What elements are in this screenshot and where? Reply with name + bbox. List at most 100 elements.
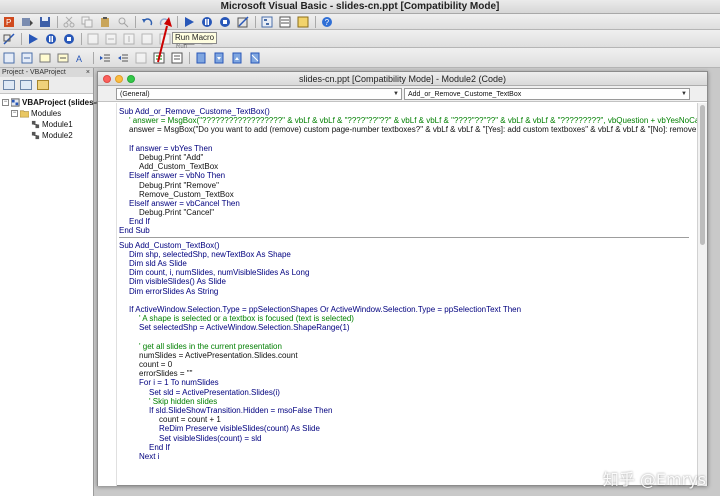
code-line[interactable]: End Sub	[119, 226, 698, 235]
code-line[interactable]: answer = MsgBox("Do you want to add (rem…	[119, 125, 698, 134]
code-line[interactable]: Dim errorSlides As String	[119, 287, 698, 296]
code-line[interactable]: Set sld = ActivePresentation.Slides(i)	[119, 388, 698, 397]
next-bookmark-icon[interactable]	[212, 51, 226, 65]
list-constants-icon[interactable]	[20, 51, 34, 65]
view-code-icon[interactable]	[3, 80, 15, 90]
code-line[interactable]: Debug.Print "Remove"	[119, 181, 698, 190]
code-text[interactable]: Sub Add_or_Remove_Custome_TextBox() ' ans…	[119, 103, 698, 461]
save-icon[interactable]	[38, 15, 52, 29]
code-line[interactable]: ElseIf answer = vbCancel Then	[119, 199, 698, 208]
undo-icon[interactable]	[140, 15, 154, 29]
help-icon[interactable]: ?	[320, 15, 334, 29]
step-over-icon[interactable]	[122, 32, 136, 46]
code-line[interactable]: errorSlides = ""	[119, 369, 698, 378]
code-line[interactable]	[119, 135, 698, 144]
code-line[interactable]: End If	[119, 443, 698, 452]
collapse-icon[interactable]: −	[2, 99, 9, 106]
step-into-icon[interactable]	[104, 32, 118, 46]
outdent-icon[interactable]	[116, 51, 130, 65]
toggle-folders-icon[interactable]	[37, 80, 49, 90]
toolbar-separator	[57, 15, 58, 28]
uncomment-block-icon[interactable]	[170, 51, 184, 65]
list-properties-icon[interactable]	[2, 51, 16, 65]
code-line[interactable]	[119, 296, 698, 305]
code-line[interactable]: Sub Add_or_Remove_Custome_TextBox()	[119, 107, 698, 116]
tree-item-vbaproject[interactable]: − VBAProject (slides-cn.ppt)	[2, 97, 123, 108]
code-editor[interactable]: Sub Add_or_Remove_Custome_TextBox() ' ans…	[98, 103, 698, 486]
code-line[interactable]: If sld.SlideShowTransition.Hidden = msoF…	[119, 406, 698, 415]
project-explorer-icon[interactable]	[260, 15, 274, 29]
code-line[interactable]: ReDim Preserve visibleSlides(count) As S…	[119, 424, 698, 433]
properties-window-icon[interactable]	[278, 15, 292, 29]
toggle-breakpoint-icon[interactable]	[86, 32, 100, 46]
code-line[interactable]: count = count + 1	[119, 415, 698, 424]
code-line[interactable]: Add_Custom_TextBox	[119, 162, 698, 171]
tree-item-module1[interactable]: Module1	[2, 119, 91, 130]
code-line[interactable]: Dim count, i, numSlides, numVisibleSlide…	[119, 268, 698, 277]
project-tree: − VBAProject (slides-cn.ppt) − Modules M…	[0, 94, 123, 144]
toggle-bookmark-icon[interactable]	[194, 51, 208, 65]
code-line[interactable]	[119, 333, 698, 342]
collapse-icon[interactable]: −	[11, 110, 18, 117]
code-line[interactable]: Debug.Print "Cancel"	[119, 208, 698, 217]
step-out-icon[interactable]	[140, 32, 154, 46]
tree-item-modules[interactable]: − Modules	[2, 108, 91, 119]
cut-icon[interactable]	[62, 15, 76, 29]
tree-item-module2[interactable]: Module2	[2, 130, 91, 141]
insert-module-icon[interactable]	[20, 15, 34, 29]
stop-icon[interactable]	[62, 32, 76, 46]
run-macro-icon[interactable]	[182, 15, 196, 29]
object-dropdown[interactable]: (General) ▼	[116, 88, 402, 100]
scrollbar-thumb[interactable]	[700, 105, 705, 245]
design-mode-icon[interactable]	[2, 32, 16, 46]
minimize-window-icon[interactable]	[115, 75, 123, 83]
indent-icon[interactable]	[98, 51, 112, 65]
break-icon[interactable]	[200, 15, 214, 29]
code-line[interactable]: If ActiveWindow.Selection.Type = ppSelec…	[119, 305, 698, 314]
code-line[interactable]: Set selectedShp = ActiveWindow.Selection…	[119, 323, 698, 332]
code-line[interactable]: ' Skip hidden slides	[119, 397, 698, 406]
code-line[interactable]: Next i	[119, 452, 698, 461]
run-icon[interactable]	[26, 32, 40, 46]
close-window-icon[interactable]	[103, 75, 111, 83]
margin-indicator-bar[interactable]	[98, 103, 117, 486]
procedure-dropdown[interactable]: Add_or_Remove_Custome_TextBox ▼	[404, 88, 690, 100]
code-line[interactable]: Sub Add_Custom_TextBox()	[119, 241, 698, 250]
locals-window-icon[interactable]	[158, 32, 172, 46]
code-line[interactable]: Dim visibleSlides() As Slide	[119, 277, 698, 286]
code-line[interactable]: Dim shp, selectedShp, newTextBox As Shap…	[119, 250, 698, 259]
design-mode-icon[interactable]	[236, 15, 250, 29]
code-line[interactable]: ' get all slides in the current presenta…	[119, 342, 698, 351]
code-line[interactable]: End If	[119, 217, 698, 226]
code-line[interactable]: Set visibleSlides(count) = sld	[119, 434, 698, 443]
find-icon[interactable]	[116, 15, 130, 29]
copy-icon[interactable]	[80, 15, 94, 29]
code-line[interactable]: Remove_Custom_TextBox	[119, 190, 698, 199]
comment-block-icon[interactable]	[152, 51, 166, 65]
vertical-scrollbar[interactable]	[697, 103, 707, 486]
redo-icon[interactable]	[158, 15, 172, 29]
complete-word-icon[interactable]: A	[74, 51, 88, 65]
parameter-info-icon[interactable]	[56, 51, 70, 65]
code-line[interactable]: numSlides = ActivePresentation.Slides.co…	[119, 351, 698, 360]
previous-bookmark-icon[interactable]	[230, 51, 244, 65]
object-browser-icon[interactable]	[296, 15, 310, 29]
code-line[interactable]: For i = 1 To numSlides	[119, 378, 698, 387]
powerpoint-icon[interactable]: P	[2, 15, 16, 29]
code-line[interactable]: ' answer = MsgBox("??????????????????" &…	[119, 116, 698, 125]
close-icon[interactable]: ×	[86, 68, 93, 77]
toggle-breakpoint-icon[interactable]	[134, 51, 148, 65]
code-line[interactable]: count = 0	[119, 360, 698, 369]
zoom-window-icon[interactable]	[127, 75, 135, 83]
code-line[interactable]: Dim sld As Slide	[119, 259, 698, 268]
paste-icon[interactable]	[98, 15, 112, 29]
reset-icon[interactable]	[218, 15, 232, 29]
pause-icon[interactable]	[44, 32, 58, 46]
code-line[interactable]: ' A shape is selected or a textbox is fo…	[119, 314, 698, 323]
view-object-icon[interactable]	[20, 80, 32, 90]
code-line[interactable]: ElseIf answer = vbNo Then	[119, 171, 698, 180]
code-line[interactable]: If answer = vbYes Then	[119, 144, 698, 153]
code-line[interactable]: Debug.Print "Add"	[119, 153, 698, 162]
clear-bookmarks-icon[interactable]	[248, 51, 262, 65]
quick-info-icon[interactable]	[38, 51, 52, 65]
